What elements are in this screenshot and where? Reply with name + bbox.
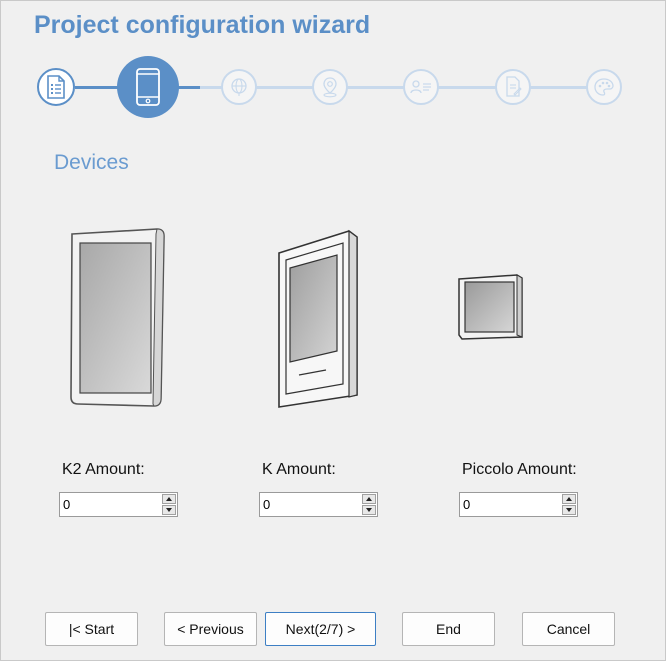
smartphone-icon [136, 68, 160, 106]
k2-amount-decrement[interactable] [162, 505, 176, 515]
piccolo-amount-label: Piccolo Amount: [462, 461, 577, 478]
step-6-document[interactable] [495, 69, 531, 105]
arrow-down-icon [366, 508, 372, 512]
k-amount-decrement[interactable] [362, 505, 376, 515]
k2-amount-label: K2 Amount: [62, 461, 145, 478]
end-button[interactable]: End [402, 612, 495, 646]
wizard-window: Project configuration wizard Devices K2 … [0, 0, 666, 661]
globe-icon [231, 78, 247, 96]
location-pin-icon [323, 77, 337, 98]
arrow-up-icon [366, 497, 372, 501]
k-amount-label: K Amount: [262, 461, 336, 478]
arrow-up-icon [166, 497, 172, 501]
piccolo-amount-decrement[interactable] [562, 505, 576, 515]
contact-card-icon [410, 80, 431, 94]
step-4-location[interactable] [312, 69, 348, 105]
arrow-up-icon [566, 497, 572, 501]
piccolo-amount-increment[interactable] [562, 494, 576, 504]
k2-amount-spin-buttons [162, 494, 176, 515]
k-device-image [278, 229, 358, 408]
piccolo-amount-value[interactable]: 0 [463, 497, 470, 512]
k2-amount-increment[interactable] [162, 494, 176, 504]
arrow-down-icon [166, 508, 172, 512]
k2-amount-spinbox[interactable]: 0 [59, 492, 178, 517]
previous-button[interactable]: < Previous [164, 612, 257, 646]
start-button[interactable]: |< Start [45, 612, 138, 646]
step-3-globe[interactable] [221, 69, 257, 105]
piccolo-device-image [458, 274, 523, 340]
k-amount-spin-buttons [362, 494, 376, 515]
document-edit-icon [506, 76, 522, 97]
piccolo-amount-spinbox[interactable]: 0 [459, 492, 578, 517]
wizard-stepper [1, 51, 666, 131]
cancel-button[interactable]: Cancel [522, 612, 615, 646]
k-amount-increment[interactable] [362, 494, 376, 504]
step-7-palette[interactable] [586, 69, 622, 105]
step-2-devices[interactable] [117, 56, 179, 118]
step-1-checklist[interactable] [37, 68, 75, 106]
checklist-icon [47, 75, 65, 99]
next-button[interactable]: Next(2/7) > [265, 612, 376, 646]
piccolo-amount-spin-buttons [562, 494, 576, 515]
step-5-contact[interactable] [403, 69, 439, 105]
k2-amount-value[interactable]: 0 [63, 497, 70, 512]
wizard-title: Project configuration wizard [34, 11, 371, 39]
stepper-line-remaining [200, 86, 604, 89]
k-amount-value[interactable]: 0 [263, 497, 270, 512]
k-amount-spinbox[interactable]: 0 [259, 492, 378, 517]
k2-device-image [70, 228, 165, 407]
section-title: Devices [54, 151, 129, 174]
palette-icon [594, 78, 614, 96]
arrow-down-icon [566, 508, 572, 512]
